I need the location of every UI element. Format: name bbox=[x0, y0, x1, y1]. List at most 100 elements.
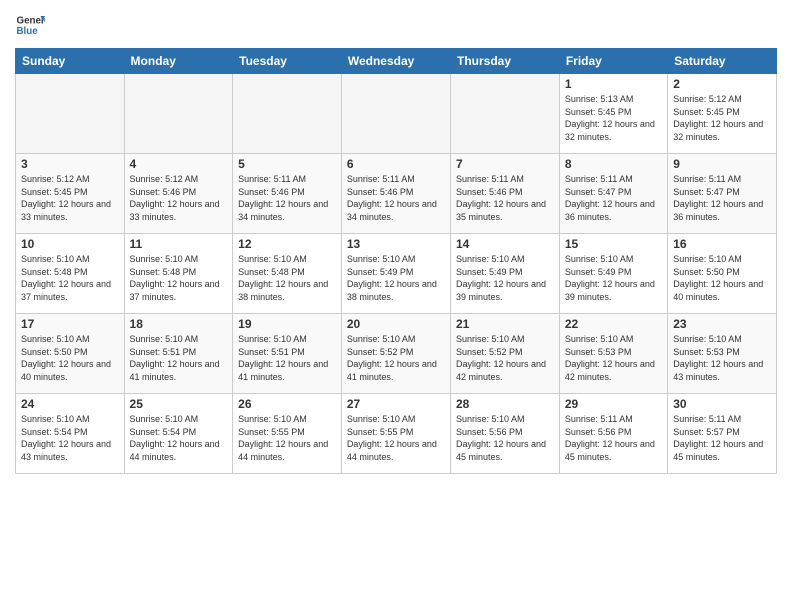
calendar-cell: 22 Sunrise: 5:10 AMSunset: 5:53 PMDayligh… bbox=[559, 314, 667, 394]
calendar-cell: 10 Sunrise: 5:10 AMSunset: 5:48 PMDayligh… bbox=[16, 234, 125, 314]
calendar-cell: 15Sunrise: 5:10 AMSunset: 5:49 PMDayligh… bbox=[559, 234, 667, 314]
day-number: 2 bbox=[673, 77, 771, 91]
day-info: Sunrise: 5:11 AMSunset: 5:47 PMDaylight:… bbox=[673, 173, 771, 223]
day-info: Sunrise: 5:11 AMSunset: 5:56 PMDaylight:… bbox=[565, 413, 662, 463]
day-info: Sunrise: 5:11 AMSunset: 5:46 PMDaylight:… bbox=[456, 173, 554, 223]
logo-icon: General Blue bbox=[15, 10, 45, 40]
day-number: 27 bbox=[347, 397, 445, 411]
day-info: Sunrise: 5:11 AMSunset: 5:47 PMDaylight:… bbox=[565, 173, 662, 223]
day-number: 23 bbox=[673, 317, 771, 331]
day-number: 28 bbox=[456, 397, 554, 411]
day-info: Sunrise: 5:11 AMSunset: 5:57 PMDaylight:… bbox=[673, 413, 771, 463]
day-number: 9 bbox=[673, 157, 771, 171]
day-info: Sunrise: 5:10 AMSunset: 5:52 PMDaylight:… bbox=[347, 333, 445, 383]
day-number: 10 bbox=[21, 237, 119, 251]
day-info: Sunrise: 5:10 AMSunset: 5:55 PMDaylight:… bbox=[347, 413, 445, 463]
logo: General Blue bbox=[15, 10, 45, 40]
calendar-cell: 8 Sunrise: 5:11 AMSunset: 5:47 PMDaylight… bbox=[559, 154, 667, 234]
calendar-cell: 27 Sunrise: 5:10 AMSunset: 5:55 PMDayligh… bbox=[341, 394, 450, 474]
day-info: Sunrise: 5:10 AMSunset: 5:55 PMDaylight:… bbox=[238, 413, 336, 463]
day-number: 4 bbox=[130, 157, 228, 171]
day-number: 5 bbox=[238, 157, 336, 171]
day-info: Sunrise: 5:11 AMSunset: 5:46 PMDaylight:… bbox=[238, 173, 336, 223]
calendar-week-4: 17 Sunrise: 5:10 AMSunset: 5:50 PMDayligh… bbox=[16, 314, 777, 394]
day-info: Sunrise: 5:10 AMSunset: 5:50 PMDaylight:… bbox=[21, 333, 119, 383]
day-info: Sunrise: 5:10 AMSunset: 5:50 PMDaylight:… bbox=[673, 253, 771, 303]
svg-text:Blue: Blue bbox=[17, 26, 39, 37]
calendar-cell: 4 Sunrise: 5:12 AMSunset: 5:46 PMDaylight… bbox=[124, 154, 233, 234]
calendar-cell bbox=[451, 74, 560, 154]
calendar-cell: 23 Sunrise: 5:10 AMSunset: 5:53 PMDayligh… bbox=[668, 314, 777, 394]
day-number: 8 bbox=[565, 157, 662, 171]
calendar-cell: 24 Sunrise: 5:10 AMSunset: 5:54 PMDayligh… bbox=[16, 394, 125, 474]
day-info: Sunrise: 5:10 AMSunset: 5:49 PMDaylight:… bbox=[456, 253, 554, 303]
day-info: Sunrise: 5:10 AMSunset: 5:48 PMDaylight:… bbox=[130, 253, 228, 303]
day-info: Sunrise: 5:10 AMSunset: 5:51 PMDaylight:… bbox=[238, 333, 336, 383]
calendar-cell: 13Sunrise: 5:10 AMSunset: 5:49 PMDayligh… bbox=[341, 234, 450, 314]
calendar-cell: 9 Sunrise: 5:11 AMSunset: 5:47 PMDaylight… bbox=[668, 154, 777, 234]
day-info: Sunrise: 5:12 AMSunset: 5:45 PMDaylight:… bbox=[21, 173, 119, 223]
day-number: 21 bbox=[456, 317, 554, 331]
day-header-wednesday: Wednesday bbox=[341, 49, 450, 74]
day-number: 1 bbox=[565, 77, 662, 91]
day-info: Sunrise: 5:10 AMSunset: 5:53 PMDaylight:… bbox=[565, 333, 662, 383]
day-header-tuesday: Tuesday bbox=[233, 49, 342, 74]
calendar-cell: 30 Sunrise: 5:11 AMSunset: 5:57 PMDayligh… bbox=[668, 394, 777, 474]
day-header-friday: Friday bbox=[559, 49, 667, 74]
day-info: Sunrise: 5:10 AMSunset: 5:48 PMDaylight:… bbox=[21, 253, 119, 303]
day-info: Sunrise: 5:10 AMSunset: 5:54 PMDaylight:… bbox=[21, 413, 119, 463]
calendar-cell bbox=[341, 74, 450, 154]
day-header-saturday: Saturday bbox=[668, 49, 777, 74]
day-number: 19 bbox=[238, 317, 336, 331]
svg-text:General: General bbox=[17, 16, 46, 27]
day-info: Sunrise: 5:10 AMSunset: 5:52 PMDaylight:… bbox=[456, 333, 554, 383]
day-header-sunday: Sunday bbox=[16, 49, 125, 74]
day-info: Sunrise: 5:12 AMSunset: 5:45 PMDaylight:… bbox=[673, 93, 771, 143]
day-info: Sunrise: 5:10 AMSunset: 5:48 PMDaylight:… bbox=[238, 253, 336, 303]
calendar-week-2: 3 Sunrise: 5:12 AMSunset: 5:45 PMDaylight… bbox=[16, 154, 777, 234]
day-number: 12 bbox=[238, 237, 336, 251]
day-info: Sunrise: 5:11 AMSunset: 5:46 PMDaylight:… bbox=[347, 173, 445, 223]
day-info: Sunrise: 5:10 AMSunset: 5:49 PMDaylight:… bbox=[565, 253, 662, 303]
calendar-cell: 5 Sunrise: 5:11 AMSunset: 5:46 PMDaylight… bbox=[233, 154, 342, 234]
day-number: 3 bbox=[21, 157, 119, 171]
calendar-cell: 3 Sunrise: 5:12 AMSunset: 5:45 PMDaylight… bbox=[16, 154, 125, 234]
calendar-cell: 11 Sunrise: 5:10 AMSunset: 5:48 PMDayligh… bbox=[124, 234, 233, 314]
day-info: Sunrise: 5:12 AMSunset: 5:46 PMDaylight:… bbox=[130, 173, 228, 223]
calendar-cell: 26 Sunrise: 5:10 AMSunset: 5:55 PMDayligh… bbox=[233, 394, 342, 474]
day-number: 14 bbox=[456, 237, 554, 251]
day-info: Sunrise: 5:13 AMSunset: 5:45 PMDaylight:… bbox=[565, 93, 662, 143]
calendar-cell: 21 Sunrise: 5:10 AMSunset: 5:52 PMDayligh… bbox=[451, 314, 560, 394]
day-number: 29 bbox=[565, 397, 662, 411]
calendar-week-3: 10 Sunrise: 5:10 AMSunset: 5:48 PMDayligh… bbox=[16, 234, 777, 314]
day-number: 30 bbox=[673, 397, 771, 411]
calendar-cell: 6Sunrise: 5:11 AMSunset: 5:46 PMDaylight… bbox=[341, 154, 450, 234]
day-number: 7 bbox=[456, 157, 554, 171]
day-header-monday: Monday bbox=[124, 49, 233, 74]
calendar-cell: 29 Sunrise: 5:11 AMSunset: 5:56 PMDayligh… bbox=[559, 394, 667, 474]
calendar-cell: 7 Sunrise: 5:11 AMSunset: 5:46 PMDaylight… bbox=[451, 154, 560, 234]
calendar-cell: 2 Sunrise: 5:12 AMSunset: 5:45 PMDaylight… bbox=[668, 74, 777, 154]
day-number: 24 bbox=[21, 397, 119, 411]
calendar-cell: 17 Sunrise: 5:10 AMSunset: 5:50 PMDayligh… bbox=[16, 314, 125, 394]
calendar-cell: 28Sunrise: 5:10 AMSunset: 5:56 PMDayligh… bbox=[451, 394, 560, 474]
day-number: 22 bbox=[565, 317, 662, 331]
calendar-week-5: 24 Sunrise: 5:10 AMSunset: 5:54 PMDayligh… bbox=[16, 394, 777, 474]
day-number: 26 bbox=[238, 397, 336, 411]
day-number: 11 bbox=[130, 237, 228, 251]
calendar-cell: 18 Sunrise: 5:10 AMSunset: 5:51 PMDayligh… bbox=[124, 314, 233, 394]
day-number: 20 bbox=[347, 317, 445, 331]
calendar: SundayMondayTuesdayWednesdayThursdayFrid… bbox=[15, 48, 777, 474]
calendar-cell: 12 Sunrise: 5:10 AMSunset: 5:48 PMDayligh… bbox=[233, 234, 342, 314]
day-info: Sunrise: 5:10 AMSunset: 5:51 PMDaylight:… bbox=[130, 333, 228, 383]
calendar-week-1: 1 Sunrise: 5:13 AMSunset: 5:45 PMDaylight… bbox=[16, 74, 777, 154]
calendar-cell bbox=[16, 74, 125, 154]
calendar-cell: 25Sunrise: 5:10 AMSunset: 5:54 PMDayligh… bbox=[124, 394, 233, 474]
calendar-cell bbox=[233, 74, 342, 154]
day-number: 18 bbox=[130, 317, 228, 331]
calendar-cell: 16Sunrise: 5:10 AMSunset: 5:50 PMDayligh… bbox=[668, 234, 777, 314]
day-number: 17 bbox=[21, 317, 119, 331]
day-info: Sunrise: 5:10 AMSunset: 5:53 PMDaylight:… bbox=[673, 333, 771, 383]
calendar-cell bbox=[124, 74, 233, 154]
day-number: 25 bbox=[130, 397, 228, 411]
